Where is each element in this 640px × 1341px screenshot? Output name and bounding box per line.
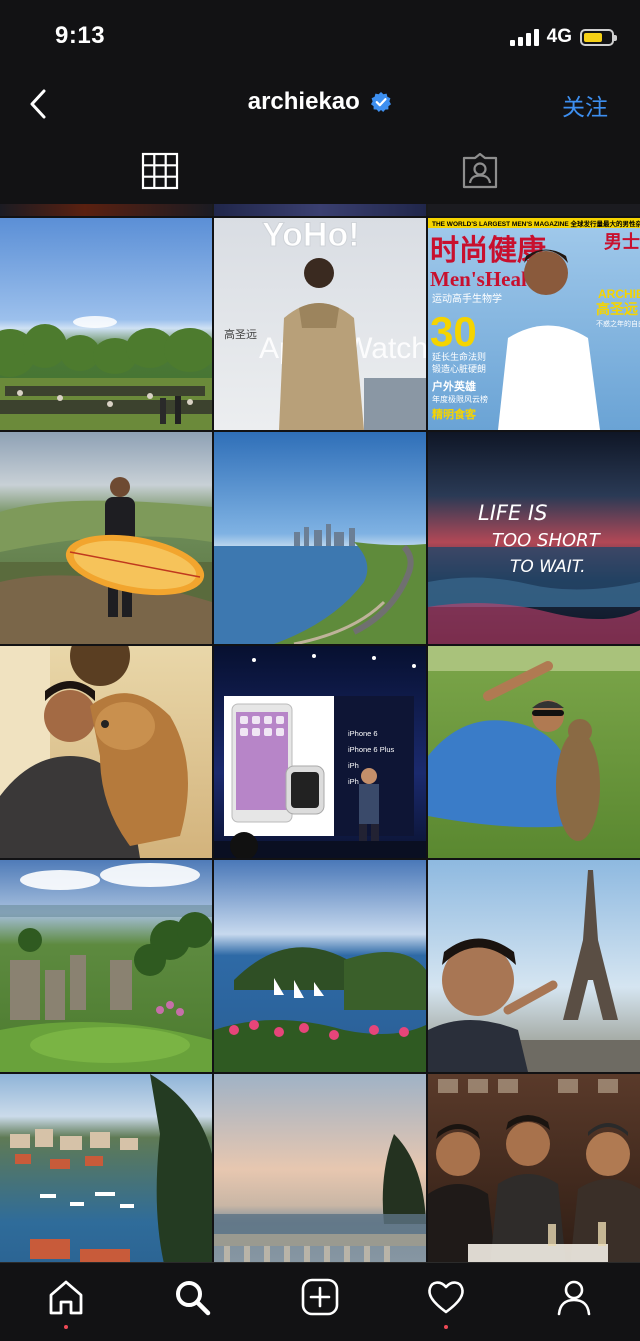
verified-badge-icon: [371, 92, 392, 112]
network-label: 4G: [546, 26, 572, 47]
tab-tagged[interactable]: [320, 140, 640, 202]
status-time: 9:13: [55, 22, 106, 49]
cover-tagline: 不惑之年的自由追求: [596, 319, 640, 328]
cover-line: 运动高手生物学: [432, 292, 502, 305]
post-thumbnail[interactable]: [0, 646, 212, 858]
nav-home[interactable]: [46, 1277, 86, 1329]
post-thumbnail[interactable]: [0, 218, 212, 430]
quote-line: LIFE IS: [478, 501, 547, 525]
cover-person-cn: 高圣远: [596, 301, 638, 318]
status-right: 4G: [509, 26, 617, 48]
park-picnic-image: [0, 316, 212, 430]
signal-icon: [509, 28, 539, 46]
product-label: iPhone 6: [348, 729, 378, 738]
cover-banner: THE WORLD'S LARGEST MEN'S MAGAZINE 全球发行量…: [432, 219, 640, 228]
activity-notification-dot: [444, 1325, 448, 1329]
coastal-town-image: [10, 1074, 212, 1262]
post-thumbnail[interactable]: [0, 1074, 212, 1262]
post-thumbnail[interactable]: [0, 860, 212, 1072]
post-thumbnail[interactable]: iPhone 6 iPhone 6 Plus iPh iPh: [214, 646, 426, 858]
harbor-island-image: [214, 947, 426, 1072]
follow-button[interactable]: 关注: [562, 88, 608, 122]
keynote-stage-image: iPhone 6 iPhone 6 Plus iPh iPh: [214, 654, 426, 858]
home-icon: [49, 1280, 83, 1315]
profile-tabs: [0, 140, 640, 204]
castle-aerial-image: [0, 863, 212, 1072]
heart-icon: [428, 1281, 464, 1314]
nav-profile[interactable]: [554, 1277, 594, 1321]
city-bay-image: [214, 524, 426, 644]
surfer-image: [0, 477, 212, 644]
home-notification-dot: [64, 1325, 68, 1329]
product-label: iPh: [348, 761, 359, 770]
post-thumbnail[interactable]: [214, 860, 426, 1072]
magazine-cover-image: YoHo! 04 高圣远 Apple Watch: [224, 218, 426, 430]
cover-line: 户外英雄: [432, 379, 476, 393]
post-thumbnail[interactable]: LIFE IS TOO SHORT TO WAIT.: [428, 432, 640, 644]
nav-search[interactable]: [172, 1277, 212, 1321]
nav-activity[interactable]: [426, 1277, 466, 1329]
posts-grid: YoHo! 04 高圣远 Apple Watch THE WORLD'S LAR…: [0, 204, 640, 1262]
product-label: iPhone 6 Plus: [348, 745, 395, 754]
nav-create[interactable]: [300, 1277, 340, 1321]
magazine-name: YoHo!: [262, 218, 360, 254]
cover-number: 30: [430, 308, 477, 355]
previous-row-strip: [0, 204, 640, 216]
dinner-friends-image: [428, 1079, 640, 1262]
man-with-dog-image: [0, 646, 188, 858]
post-thumbnail[interactable]: THE WORLD'S LARGEST MEN'S MAGAZINE 全球发行量…: [428, 218, 640, 430]
quote-line: TO WAIT.: [510, 557, 586, 577]
search-icon: [176, 1281, 211, 1316]
cover-name: 高圣远: [224, 327, 257, 341]
profile-icon: [557, 1280, 591, 1316]
profile-header: archiekao 关注: [0, 76, 640, 132]
marmot-image: [428, 646, 640, 841]
post-thumbnail[interactable]: [0, 432, 212, 644]
bottom-tab-bar: [0, 1262, 640, 1341]
cover-line: 年度极限风云榜: [432, 394, 488, 404]
tab-posts-grid[interactable]: [0, 140, 320, 202]
post-thumbnail[interactable]: YoHo! 04 高圣远 Apple Watch: [214, 218, 426, 430]
cover-title-suffix: 男士: [604, 232, 640, 253]
post-thumbnail[interactable]: [428, 646, 640, 858]
grid-icon: [141, 152, 179, 190]
title-wrap: archiekao: [0, 88, 640, 116]
profile-username: archiekao: [247, 88, 360, 115]
eiffel-selfie-image: [428, 870, 640, 1072]
post-thumbnail[interactable]: [214, 1074, 426, 1262]
cover-line: 精明食客: [432, 407, 477, 421]
tagged-person-icon: [462, 152, 498, 189]
life-is-short-image: LIFE IS TOO SHORT TO WAIT.: [428, 501, 640, 644]
magazine-cover-image: THE WORLD'S LARGEST MEN'S MAGAZINE 全球发行量…: [428, 218, 640, 430]
post-thumbnail[interactable]: [428, 1074, 640, 1262]
quote-line: TOO SHORT: [492, 530, 602, 551]
battery-icon: [580, 28, 617, 46]
product-label: iPh: [348, 777, 359, 786]
sunset-terrace-image: [214, 1134, 426, 1262]
post-thumbnail[interactable]: [428, 860, 640, 1072]
post-thumbnail[interactable]: [214, 432, 426, 644]
add-post-icon: [301, 1278, 339, 1316]
cover-line: 锻造心脏硬朗: [432, 363, 486, 375]
status-bar: 9:13 4G: [0, 0, 640, 76]
cover-line: 延长生命法则: [432, 351, 486, 363]
cover-person-en: ARCHIE: [598, 287, 640, 301]
